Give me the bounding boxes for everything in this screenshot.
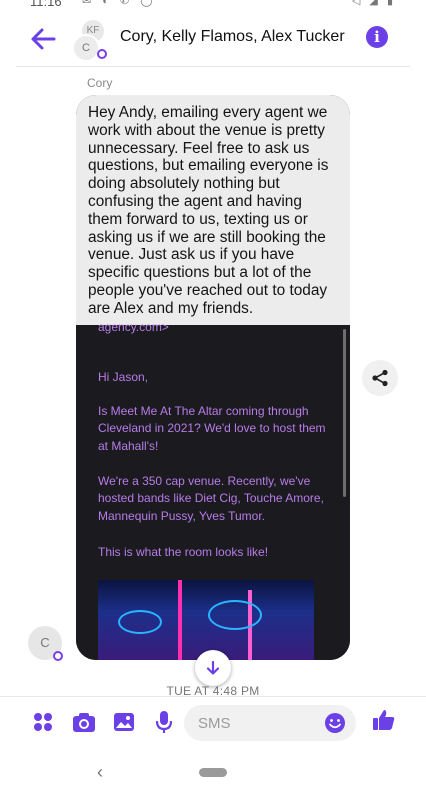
header-divider <box>16 66 410 67</box>
email-paragraph-2: We're a 350 cap venue. Recently, we've h… <box>98 474 324 523</box>
camera-icon[interactable] <box>71 709 97 735</box>
arrow-down-icon <box>206 660 220 675</box>
message-input[interactable]: SMS <box>184 705 356 741</box>
microphone-icon[interactable] <box>151 709 177 735</box>
conversation-header: KF C Cory, Kelly Flamos, Alex Tucker i <box>0 14 426 66</box>
light-ring <box>118 610 162 634</box>
messenger-badge-icon <box>53 651 63 661</box>
notification-icons: ✉ ◐ ✆ ◯ <box>82 0 157 7</box>
gallery-icon[interactable] <box>111 709 137 735</box>
light-ring <box>208 600 262 630</box>
sender-avatar[interactable]: C <box>28 626 63 661</box>
messenger-badge-icon <box>97 49 107 59</box>
info-icon[interactable]: i <box>366 26 388 48</box>
email-greeting: Hi Jason, <box>98 370 149 384</box>
thumbs-up-icon[interactable] <box>371 707 397 733</box>
sender-name: Cory <box>87 76 113 90</box>
email-paragraph-1: Is Meet Me At The Altar coming through C… <box>98 404 326 453</box>
system-nav-bar: ‹ <box>0 752 426 800</box>
share-icon <box>372 369 388 387</box>
composer-bar: SMS <box>0 696 426 751</box>
home-pill-icon[interactable] <box>199 768 227 777</box>
status-bar: 11:16 ✉ ◐ ✆ ◯ ◁ ◢ ▮ <box>0 0 426 14</box>
status-time: 11:16 <box>30 0 62 9</box>
message-input-placeholder: SMS <box>198 715 231 732</box>
email-line-fragment: agency.com> <box>98 320 169 334</box>
avatar-front: C <box>72 34 100 62</box>
sender-avatar-initial: C <box>40 635 50 650</box>
emoji-icon[interactable] <box>324 712 346 734</box>
message-bubble[interactable]: Hey Andy, emailing every agent we work w… <box>76 95 350 660</box>
conversation-title[interactable]: Cory, Kelly Flamos, Alex Tucker <box>120 28 345 46</box>
email-scrollbar <box>343 329 346 497</box>
venue-room-photo <box>98 580 314 660</box>
message-text: Hey Andy, emailing every agent we work w… <box>76 95 350 325</box>
light-beam <box>178 580 182 660</box>
system-back-icon[interactable]: ‹ <box>97 762 103 783</box>
back-arrow-icon[interactable] <box>28 24 58 54</box>
share-button[interactable] <box>362 360 398 396</box>
email-paragraph-3: This is what the room looks like! <box>98 545 269 559</box>
email-screenshot-image[interactable]: agency.com> Hi Jason, Is Meet Me At The … <box>76 320 350 660</box>
more-actions-icon[interactable] <box>30 709 56 735</box>
group-avatar[interactable]: KF C <box>70 20 110 62</box>
system-icons: ◁ ◢ ▮ <box>351 0 396 7</box>
scroll-to-bottom-button[interactable] <box>195 650 231 686</box>
